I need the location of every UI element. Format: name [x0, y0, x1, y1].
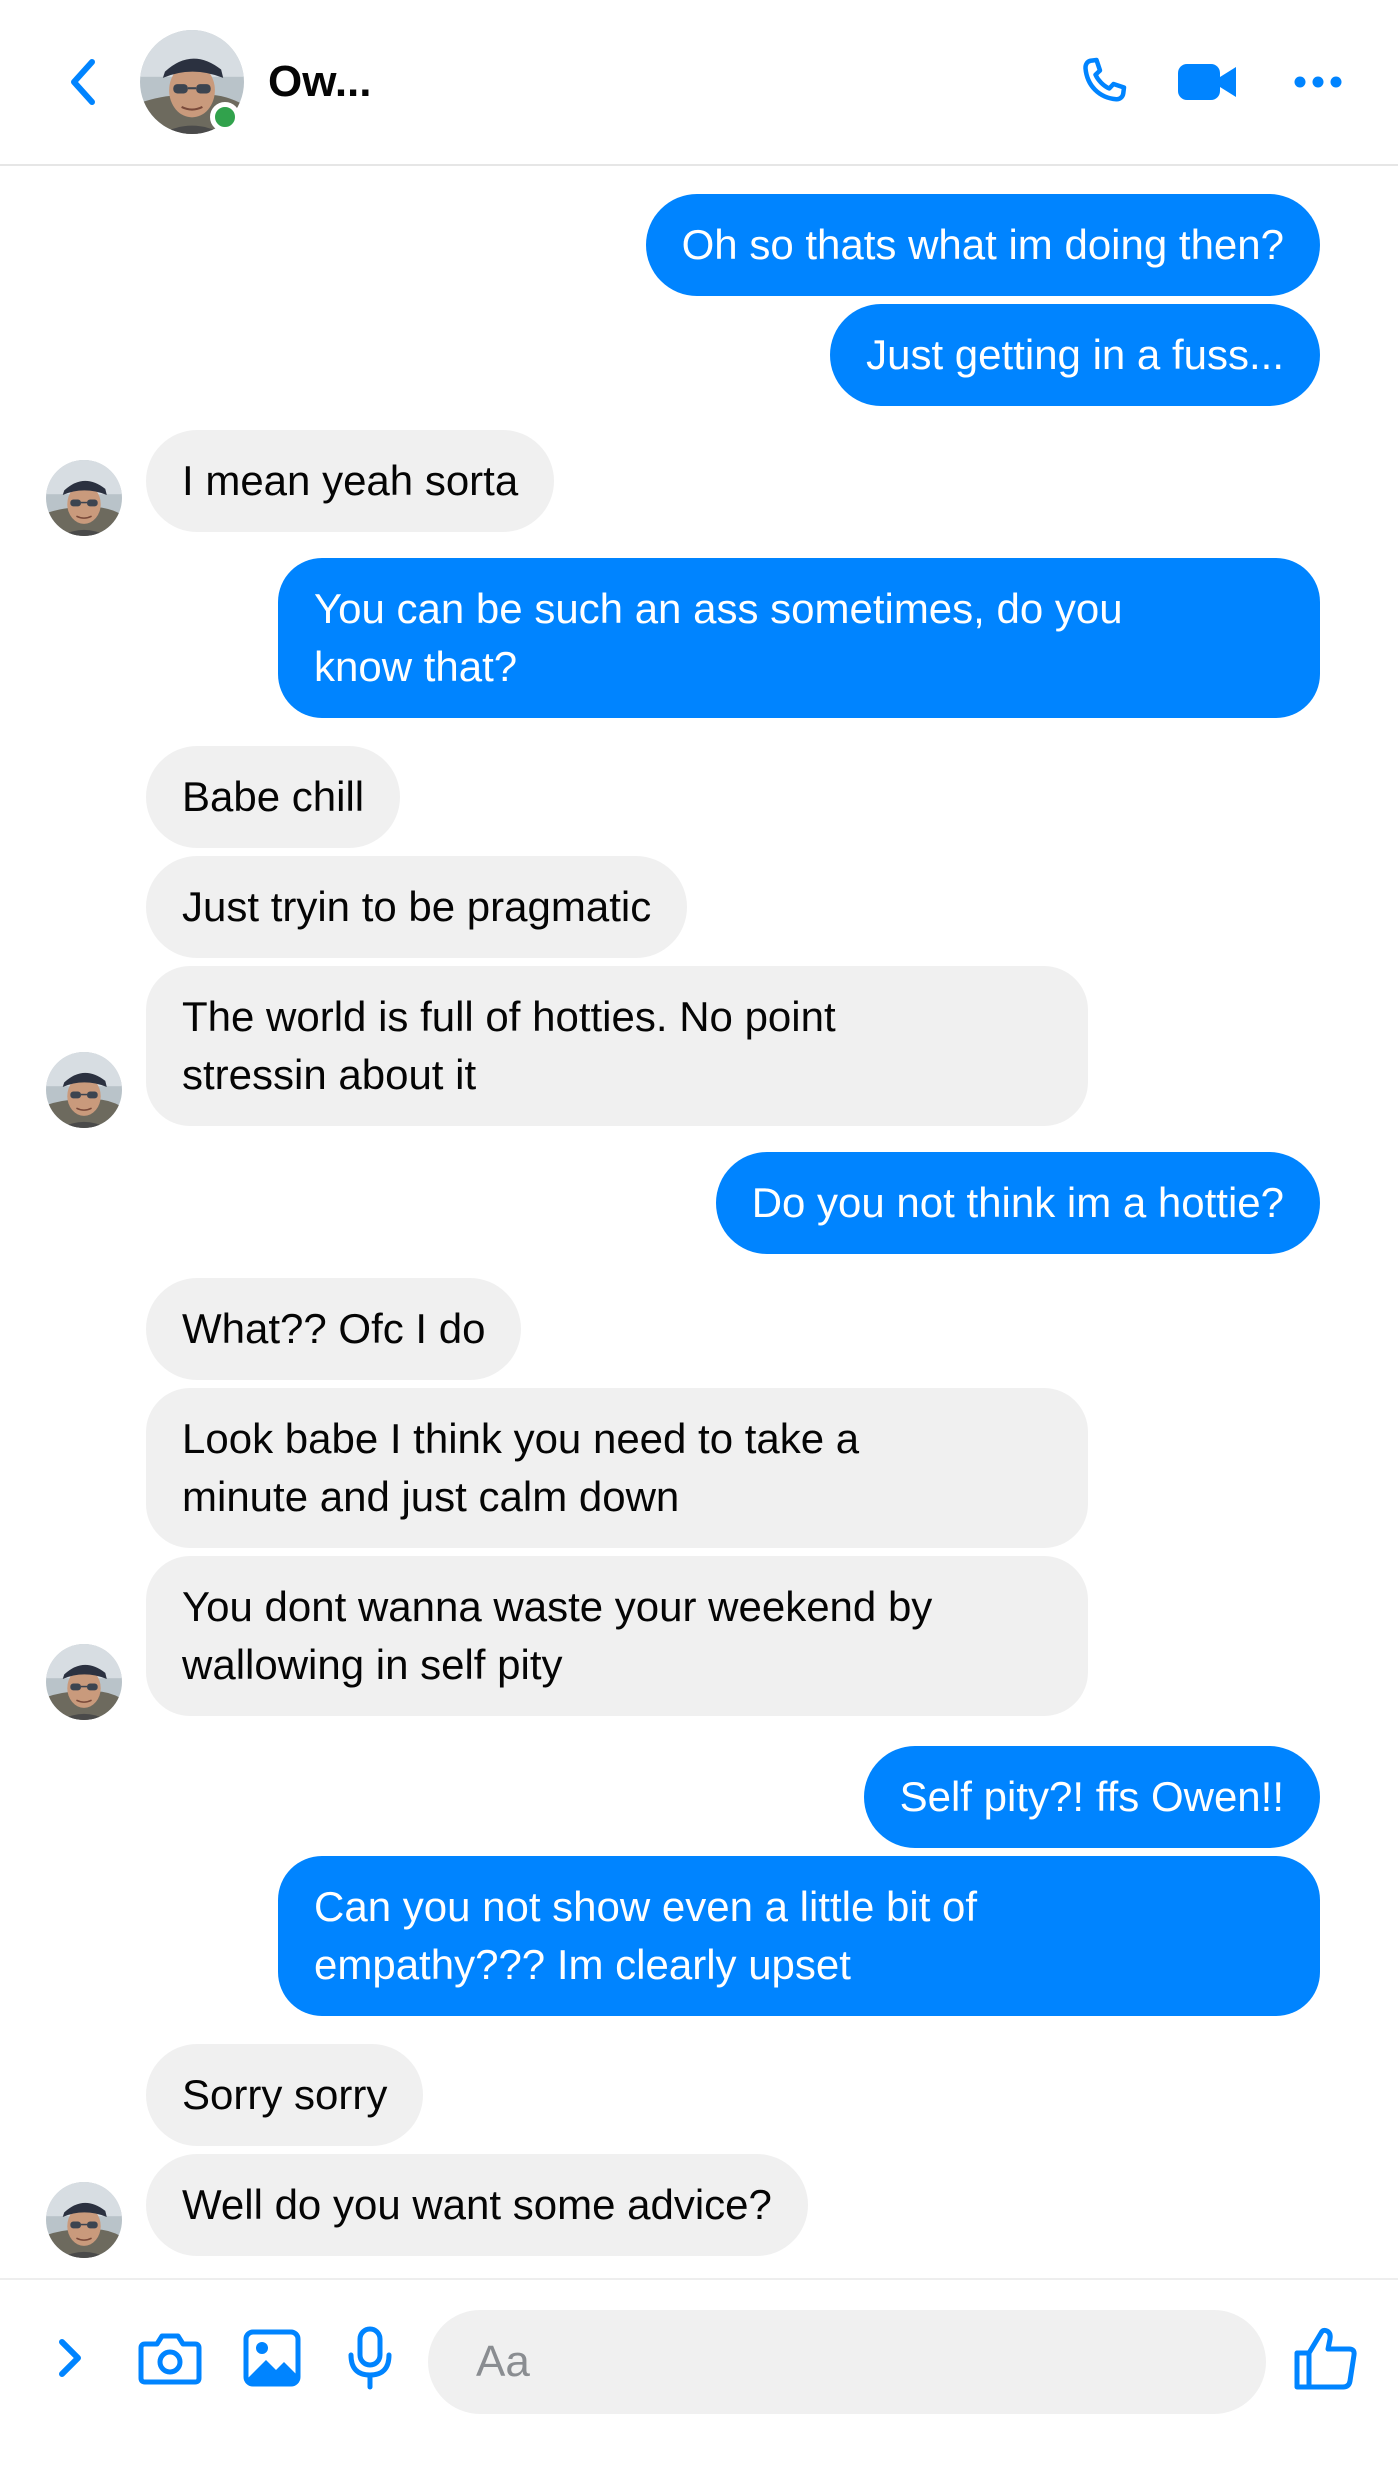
sender-avatar: [46, 2182, 122, 2258]
contact-name[interactable]: Ow...: [268, 56, 372, 108]
back-button[interactable]: [58, 56, 110, 108]
incoming-message[interactable]: Sorry sorry: [146, 2044, 424, 2146]
video-call-button[interactable]: [1176, 50, 1240, 114]
video-camera-icon: [1178, 64, 1236, 100]
camera-icon: [138, 2333, 202, 2385]
message-thread[interactable]: Oh so thats what im doing then? Just get…: [0, 168, 1398, 2278]
voice-call-button[interactable]: [1072, 50, 1136, 114]
incoming-message[interactable]: The world is full of hotties. No point s…: [146, 966, 1088, 1126]
gallery-button[interactable]: [236, 2322, 308, 2394]
thumbs-up-icon: [1294, 2327, 1357, 2390]
chevron-left-icon: [71, 59, 95, 105]
more-options-button[interactable]: [1286, 50, 1350, 114]
microphone-icon: [348, 2326, 392, 2390]
expand-actions-button[interactable]: [34, 2322, 106, 2394]
sender-avatar: [46, 460, 122, 536]
incoming-message[interactable]: Babe chill: [146, 746, 401, 848]
online-status-indicator: [210, 102, 240, 132]
sender-avatar: [46, 1644, 122, 1720]
incoming-message[interactable]: What?? Ofc I do: [146, 1278, 522, 1380]
outgoing-message[interactable]: Self pity?! ffs Owen!!: [863, 1746, 1320, 1848]
sender-avatar: [46, 1052, 122, 1128]
outgoing-message[interactable]: Just getting in a fuss...: [830, 304, 1320, 406]
more-dots-icon: [1294, 76, 1342, 88]
outgoing-message[interactable]: Oh so thats what im doing then?: [645, 194, 1320, 296]
outgoing-message[interactable]: You can be such an ass sometimes, do you…: [278, 558, 1320, 718]
incoming-message[interactable]: You dont wanna waste your weekend by wal…: [146, 1556, 1088, 1716]
message-input[interactable]: [428, 2310, 1266, 2414]
like-button[interactable]: [1290, 2322, 1362, 2394]
message-composer: [0, 2278, 1398, 2486]
incoming-message[interactable]: I mean yeah sorta: [146, 430, 555, 532]
camera-button[interactable]: [134, 2322, 206, 2394]
incoming-message[interactable]: Well do you want some advice?: [146, 2154, 808, 2256]
incoming-message[interactable]: Look babe I think you need to take a min…: [146, 1388, 1088, 1548]
conversation-header: Ow...: [0, 0, 1398, 166]
incoming-message[interactable]: Just tryin to be pragmatic: [146, 856, 688, 958]
outgoing-message[interactable]: Do you not think im a hottie?: [715, 1152, 1320, 1254]
outgoing-message[interactable]: Can you not show even a little bit of em…: [278, 1856, 1320, 2016]
chevron-right-icon: [59, 2339, 81, 2377]
voice-message-button[interactable]: [334, 2322, 406, 2394]
phone-icon: [1083, 57, 1127, 102]
image-icon: [243, 2329, 301, 2387]
